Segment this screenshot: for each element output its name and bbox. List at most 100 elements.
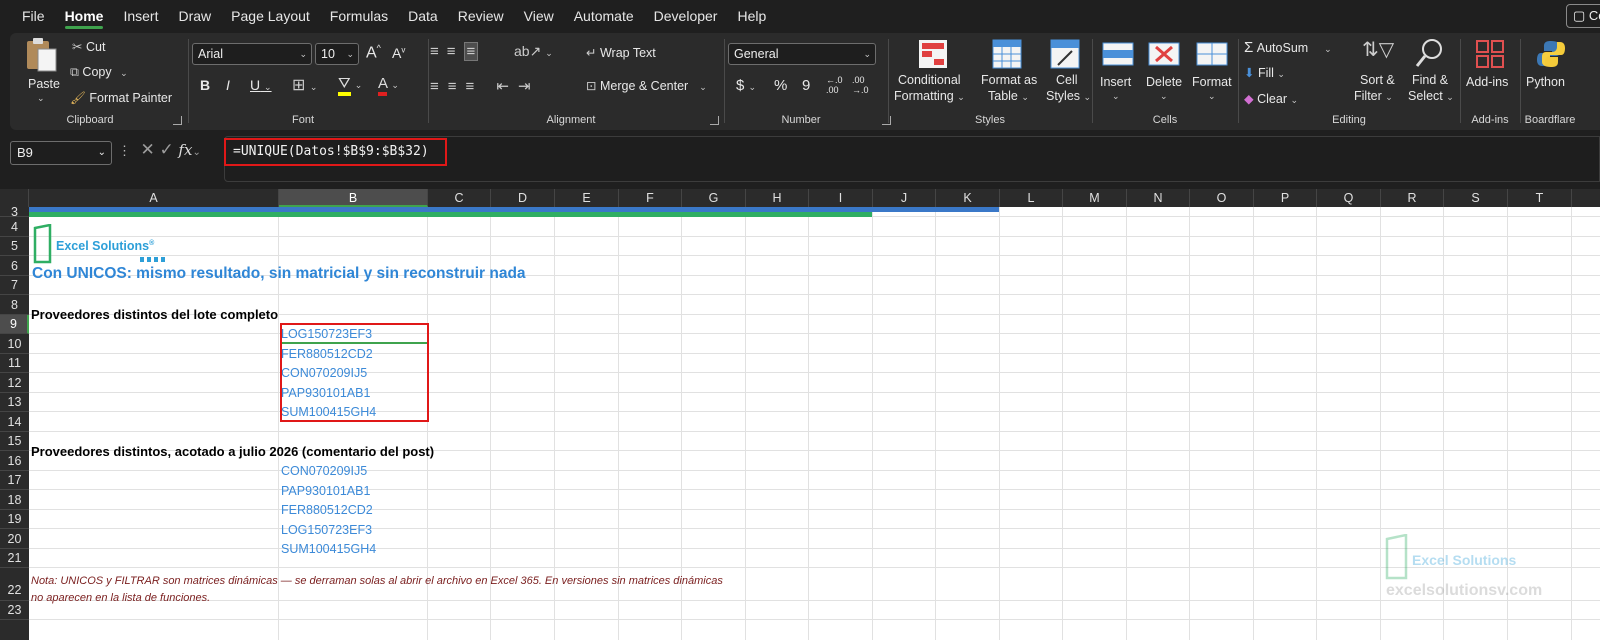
menu-item-help[interactable]: Help (727, 0, 776, 32)
column-header-p[interactable]: P (1254, 189, 1317, 207)
fill-button[interactable]: ⬇ Fill ⌄ (1244, 65, 1285, 80)
underline-button[interactable]: U ⌄ (250, 77, 272, 93)
menu-item-automate[interactable]: Automate (564, 0, 644, 32)
menu-item-formulas[interactable]: Formulas (320, 0, 398, 32)
column-header-j[interactable]: J (873, 189, 936, 207)
row-header-22[interactable]: 22 (0, 568, 29, 601)
orientation-button[interactable]: ab↗ ⌄ (514, 43, 553, 60)
column-header-i[interactable]: I (809, 189, 873, 207)
row-header-11[interactable]: 11 (0, 354, 29, 373)
row-header-8[interactable]: 8 (0, 295, 29, 315)
column-header-g[interactable]: G (682, 189, 746, 207)
row-header-9[interactable]: 9 (0, 315, 29, 334)
column-header-l[interactable]: L (1000, 189, 1063, 207)
column-header-c[interactable]: C (428, 189, 491, 207)
row-header-4[interactable]: 4 (0, 217, 29, 237)
enter-icon[interactable]: ✓ (159, 140, 173, 159)
row-header-21[interactable]: 21 (0, 549, 29, 568)
conditional-formatting-button[interactable]: Conditional Formatting ⌄ (894, 37, 970, 109)
column-header-s[interactable]: S (1444, 189, 1508, 207)
format-as-table-button[interactable]: Format as Table ⌄ (978, 37, 1038, 109)
comments-button[interactable]: ▢ Co (1566, 4, 1600, 28)
decrease-decimal-button[interactable]: .00 →.0 (852, 75, 876, 95)
column-header-m[interactable]: M (1063, 189, 1127, 207)
menu-item-page-layout[interactable]: Page Layout (221, 0, 320, 32)
font-name-select[interactable]: Arial ⌄ (192, 43, 312, 65)
row-header-7[interactable]: 7 (0, 276, 29, 295)
row-header-23[interactable]: 23 (0, 601, 29, 620)
horizontal-align-icons[interactable]: ≡≡≡ ⇤⇥ (430, 77, 540, 95)
menu-item-home[interactable]: Home (55, 0, 114, 32)
column-header-a[interactable]: A (29, 189, 279, 207)
name-box[interactable]: B9 ⌄ (10, 141, 112, 165)
row-header-13[interactable]: 13 (0, 393, 29, 412)
row-header-5[interactable]: 5 (0, 237, 29, 256)
column-header-n[interactable]: N (1127, 189, 1190, 207)
column-header-h[interactable]: H (746, 189, 809, 207)
menu-item-review[interactable]: Review (448, 0, 514, 32)
clipboard-launcher-icon[interactable] (173, 116, 182, 125)
number-format-select[interactable]: General ⌄ (728, 43, 876, 65)
row-header-17[interactable]: 17 (0, 471, 29, 490)
merge-center-button[interactable]: ⊡ Merge & Center ⌄ (586, 78, 707, 93)
row-header-6[interactable]: 6 (0, 256, 29, 276)
menu-item-insert[interactable]: Insert (113, 0, 168, 32)
borders-button[interactable]: ⊞ ⌄ (292, 75, 317, 95)
comma-button[interactable]: 9 (802, 77, 810, 94)
paste-button[interactable]: Paste ⌄ (24, 37, 60, 103)
italic-button[interactable]: I (226, 77, 230, 93)
delete-cells-button[interactable]: Delete ⌄ (1144, 37, 1186, 109)
font-color-button[interactable]: A ⌄ (378, 75, 399, 96)
chevron-down-icon[interactable]: ⌄ (192, 147, 200, 158)
column-header-t[interactable]: T (1508, 189, 1572, 207)
menu-item-data[interactable]: Data (398, 0, 448, 32)
shrink-font-button[interactable]: Av (392, 45, 405, 61)
menu-item-view[interactable]: View (514, 0, 564, 32)
bold-button[interactable]: B (200, 77, 210, 93)
sort-filter-button[interactable]: ⇅▽ Sort & Filter ⌄ (1352, 37, 1400, 109)
row-header-18[interactable]: 18 (0, 490, 29, 510)
row-header-15[interactable]: 15 (0, 432, 29, 451)
cut-button[interactable]: ✂ Cut (72, 39, 105, 54)
menu-item-file[interactable]: File (12, 0, 55, 32)
column-header-d[interactable]: D (491, 189, 555, 207)
percent-button[interactable]: % (774, 77, 787, 94)
clear-button[interactable]: ◆ Clear ⌄ (1244, 91, 1298, 106)
python-button[interactable]: Python (1524, 37, 1576, 93)
addins-button[interactable]: Add-ins (1464, 37, 1516, 93)
worksheet-grid[interactable]: Excel Solutions® Con UNICOS: mismo resul… (29, 207, 1600, 640)
vertical-align-icons[interactable]: ≡≡ ≡ (430, 42, 479, 61)
find-select-button[interactable]: Find & Select ⌄ (1402, 37, 1456, 109)
cell-styles-button[interactable]: Cell Styles ⌄ (1042, 37, 1091, 109)
menu-item-draw[interactable]: Draw (168, 0, 221, 32)
column-header-e[interactable]: E (555, 189, 619, 207)
format-painter-button[interactable]: 🖌 Format Painter (70, 91, 172, 106)
column-header-o[interactable]: O (1190, 189, 1254, 207)
row-header-20[interactable]: 20 (0, 529, 29, 549)
font-size-select[interactable]: 10 ⌄ (315, 43, 359, 65)
autosum-button[interactable]: Σ AutoSum ⌄ (1244, 39, 1332, 56)
menu-item-developer[interactable]: Developer (644, 0, 728, 32)
row-header-14[interactable]: 14 (0, 412, 29, 432)
row-header-3[interactable]: 3 (0, 206, 29, 218)
row-header-12[interactable]: 12 (0, 373, 29, 393)
column-header-r[interactable]: R (1381, 189, 1444, 207)
more-icon[interactable]: ⋮ (118, 143, 131, 158)
increase-decimal-button[interactable]: ←.0 .00 (826, 75, 850, 95)
fill-color-button[interactable]: ⛛ ⌄ (338, 75, 362, 96)
row-header-10[interactable]: 10 (0, 334, 29, 354)
format-cells-button[interactable]: Format ⌄ (1190, 37, 1234, 109)
cancel-icon[interactable]: ✕ (140, 140, 154, 159)
currency-button[interactable]: $ ⌄ (736, 77, 756, 94)
alignment-launcher-icon[interactable] (710, 116, 719, 125)
column-header-k[interactable]: K (936, 189, 1000, 207)
copy-button[interactable]: ⧉ Copy ⌄ (70, 65, 128, 80)
column-header-q[interactable]: Q (1317, 189, 1381, 207)
insert-function-button[interactable]: fx (178, 141, 192, 159)
grow-font-button[interactable]: A^ (366, 43, 381, 62)
wrap-text-button[interactable]: ↵ Wrap Text (586, 45, 656, 60)
row-header-19[interactable]: 19 (0, 510, 29, 529)
insert-cells-button[interactable]: Insert ⌄ (1098, 37, 1138, 109)
column-header-f[interactable]: F (619, 189, 682, 207)
row-header-16[interactable]: 16 (0, 451, 29, 471)
